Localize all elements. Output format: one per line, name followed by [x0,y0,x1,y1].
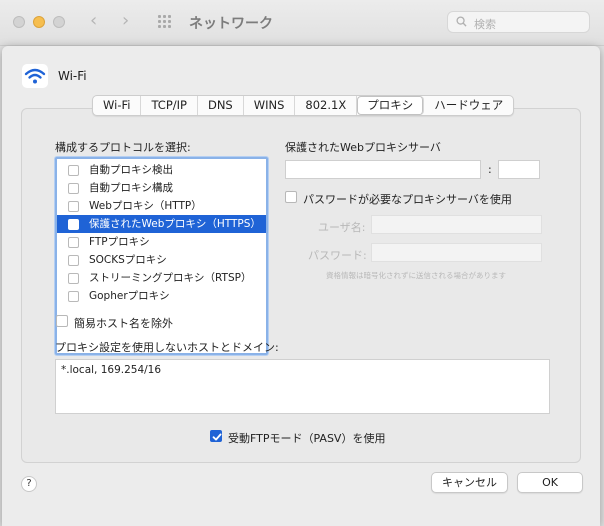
protocol-label: Webプロキシ（HTTP） [89,200,202,212]
zoom-window-button[interactable] [53,16,65,28]
interface-name: Wi-Fi [58,69,87,83]
protocol-checkbox[interactable] [68,237,79,248]
close-window-button[interactable] [13,16,25,28]
search-field[interactable]: 検索 [447,11,590,33]
checkmark-icon [212,433,222,441]
passive-ftp-checkbox[interactable] [210,430,222,442]
proxy-server-field[interactable] [285,160,481,179]
exclude-simple-hostnames-label: 簡易ホスト名を除外 [74,317,173,330]
protocol-checkbox[interactable] [68,291,79,302]
protocol-item-auto-config[interactable]: 自動プロキシ構成 [57,179,266,197]
username-field[interactable] [371,215,542,234]
tab-bar: Wi-Fi TCP/IP DNS WINS 802.1X プロキシ ハードウェア [92,95,515,116]
protocol-item-http[interactable]: Webプロキシ（HTTP） [57,197,266,215]
protocol-checkbox[interactable] [68,183,79,194]
protocol-item-rtsp[interactable]: ストリーミングプロキシ（RTSP） [57,269,266,287]
bypass-hosts-textarea[interactable]: *.local, 169.254/16 [55,359,550,414]
protocol-item-https[interactable]: 保護されたWebプロキシ（HTTPS） [57,215,266,233]
protocol-checkbox[interactable] [68,255,79,266]
tab-wins[interactable]: WINS [244,96,296,115]
protocol-checkbox[interactable] [68,201,79,212]
proxy-server-heading: 保護されたWebプロキシサーバ [285,141,441,154]
help-button[interactable]: ? [21,476,37,492]
protocol-label: FTPプロキシ [89,236,150,248]
protocol-item-socks[interactable]: SOCKSプロキシ [57,251,266,269]
cancel-button[interactable]: キャンセル [431,472,508,493]
tab-proxies[interactable]: プロキシ [357,96,425,115]
protocol-label: Gopherプロキシ [89,290,170,302]
show-all-grid-icon[interactable] [158,15,173,28]
ok-button[interactable]: OK [517,472,583,493]
protocol-checkbox[interactable] [68,273,79,284]
window-title: ネットワーク [189,16,273,32]
protocols-heading: 構成するプロトコルを選択: [55,141,191,154]
tab-dns[interactable]: DNS [198,96,244,115]
wifi-icon [22,64,48,88]
tab-hardware[interactable]: ハードウェア [424,96,513,115]
tab-tcpip[interactable]: TCP/IP [141,96,198,115]
credentials-note: 資格情報は暗号化されずに送信される場合があります [326,271,506,280]
password-required-checkbox[interactable] [285,191,297,203]
protocol-item-auto-discovery[interactable]: 自動プロキシ検出 [57,161,266,179]
exclude-simple-hostnames-checkbox[interactable] [56,315,68,327]
bypass-heading: プロキシ設定を使用しないホストとドメイン: [55,341,279,354]
protocol-label: 保護されたWebプロキシ（HTTPS） [89,218,261,230]
minimize-window-button[interactable] [33,16,45,28]
password-required-label: パスワードが必要なプロキシサーバを使用 [303,193,512,206]
username-label: ユーザ名: [318,221,366,234]
passive-ftp-label: 受動FTPモード（PASV）を使用 [228,432,386,445]
port-separator: : [488,163,492,176]
protocol-label: SOCKSプロキシ [89,254,167,266]
tab-8021x[interactable]: 802.1X [295,96,358,115]
proxy-settings-sheet: Wi-Fi Wi-Fi TCP/IP DNS WINS 802.1X プロキシ … [2,46,600,526]
search-icon [456,16,467,27]
tab-wifi[interactable]: Wi-Fi [93,96,142,115]
protocol-label: 自動プロキシ構成 [89,182,173,194]
search-placeholder: 検索 [474,18,496,31]
protocol-item-gopher[interactable]: Gopherプロキシ [57,287,266,305]
protocol-checkbox[interactable] [68,165,79,176]
protocol-checkbox[interactable] [68,219,79,230]
protocol-label: ストリーミングプロキシ（RTSP） [89,272,252,284]
back-arrow-icon[interactable]: ‹ [90,11,97,31]
password-label: パスワード: [308,249,367,262]
window-toolbar: ‹ › ネットワーク 検索 [0,0,604,46]
forward-arrow-icon[interactable]: › [122,11,129,31]
protocol-label: 自動プロキシ検出 [89,164,173,176]
proxy-port-field[interactable] [498,160,540,179]
password-field[interactable] [371,243,542,262]
protocol-item-ftp[interactable]: FTPプロキシ [57,233,266,251]
